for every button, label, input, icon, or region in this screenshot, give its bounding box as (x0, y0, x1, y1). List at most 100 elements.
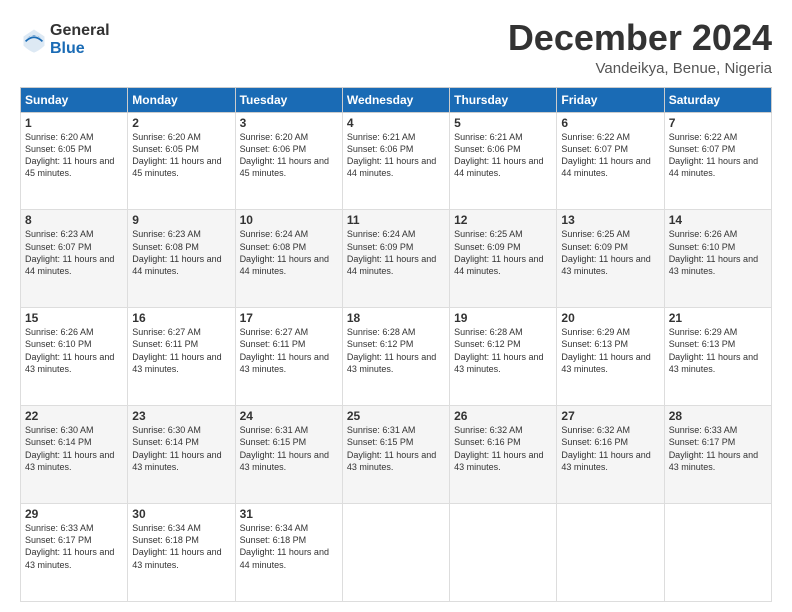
table-row: 4 Sunrise: 6:21 AMSunset: 6:06 PMDayligh… (342, 112, 449, 210)
cell-info: Sunrise: 6:21 AMSunset: 6:06 PMDaylight:… (347, 132, 436, 178)
title-block: December 2024 Vandeikya, Benue, Nigeria (508, 18, 772, 77)
day-number: 12 (454, 213, 552, 227)
cell-info: Sunrise: 6:33 AMSunset: 6:17 PMDaylight:… (25, 523, 114, 569)
table-row: 13 Sunrise: 6:25 AMSunset: 6:09 PMDaylig… (557, 210, 664, 308)
table-row: 19 Sunrise: 6:28 AMSunset: 6:12 PMDaylig… (450, 308, 557, 406)
table-row: 20 Sunrise: 6:29 AMSunset: 6:13 PMDaylig… (557, 308, 664, 406)
table-row: 24 Sunrise: 6:31 AMSunset: 6:15 PMDaylig… (235, 406, 342, 504)
table-row: 28 Sunrise: 6:33 AMSunset: 6:17 PMDaylig… (664, 406, 771, 504)
day-number: 6 (561, 116, 659, 130)
table-row: 5 Sunrise: 6:21 AMSunset: 6:06 PMDayligh… (450, 112, 557, 210)
day-number: 1 (25, 116, 123, 130)
header: General Blue December 2024 Vandeikya, Be… (20, 18, 772, 77)
cell-info: Sunrise: 6:20 AMSunset: 6:05 PMDaylight:… (132, 132, 221, 178)
cell-info: Sunrise: 6:27 AMSunset: 6:11 PMDaylight:… (240, 327, 329, 373)
cell-info: Sunrise: 6:26 AMSunset: 6:10 PMDaylight:… (25, 327, 114, 373)
table-row: 11 Sunrise: 6:24 AMSunset: 6:09 PMDaylig… (342, 210, 449, 308)
cell-info: Sunrise: 6:33 AMSunset: 6:17 PMDaylight:… (669, 425, 758, 471)
day-number: 10 (240, 213, 338, 227)
col-sunday: Sunday (21, 87, 128, 112)
day-number: 21 (669, 311, 767, 325)
table-row: 30 Sunrise: 6:34 AMSunset: 6:18 PMDaylig… (128, 504, 235, 602)
location: Vandeikya, Benue, Nigeria (508, 60, 772, 77)
cell-info: Sunrise: 6:21 AMSunset: 6:06 PMDaylight:… (454, 132, 543, 178)
day-number: 17 (240, 311, 338, 325)
cell-info: Sunrise: 6:25 AMSunset: 6:09 PMDaylight:… (561, 229, 650, 275)
table-row: 18 Sunrise: 6:28 AMSunset: 6:12 PMDaylig… (342, 308, 449, 406)
logo-general-text: General (50, 22, 110, 40)
cell-info: Sunrise: 6:26 AMSunset: 6:10 PMDaylight:… (669, 229, 758, 275)
cell-info: Sunrise: 6:22 AMSunset: 6:07 PMDaylight:… (561, 132, 650, 178)
table-row: 14 Sunrise: 6:26 AMSunset: 6:10 PMDaylig… (664, 210, 771, 308)
logo-icon (20, 26, 48, 54)
cell-info: Sunrise: 6:24 AMSunset: 6:09 PMDaylight:… (347, 229, 436, 275)
cell-info: Sunrise: 6:24 AMSunset: 6:08 PMDaylight:… (240, 229, 329, 275)
day-number: 26 (454, 409, 552, 423)
table-row: 29 Sunrise: 6:33 AMSunset: 6:17 PMDaylig… (21, 504, 128, 602)
calendar-table: Sunday Monday Tuesday Wednesday Thursday… (20, 87, 772, 602)
cell-info: Sunrise: 6:30 AMSunset: 6:14 PMDaylight:… (132, 425, 221, 471)
table-row: 2 Sunrise: 6:20 AMSunset: 6:05 PMDayligh… (128, 112, 235, 210)
table-row: 1 Sunrise: 6:20 AMSunset: 6:05 PMDayligh… (21, 112, 128, 210)
month-title: December 2024 (508, 18, 772, 58)
table-row: 7 Sunrise: 6:22 AMSunset: 6:07 PMDayligh… (664, 112, 771, 210)
day-number: 13 (561, 213, 659, 227)
day-number: 7 (669, 116, 767, 130)
table-row: 10 Sunrise: 6:24 AMSunset: 6:08 PMDaylig… (235, 210, 342, 308)
table-row: 15 Sunrise: 6:26 AMSunset: 6:10 PMDaylig… (21, 308, 128, 406)
day-number: 25 (347, 409, 445, 423)
cell-info: Sunrise: 6:32 AMSunset: 6:16 PMDaylight:… (561, 425, 650, 471)
day-number: 9 (132, 213, 230, 227)
day-number: 19 (454, 311, 552, 325)
col-friday: Friday (557, 87, 664, 112)
cell-info: Sunrise: 6:29 AMSunset: 6:13 PMDaylight:… (561, 327, 650, 373)
table-row: 22 Sunrise: 6:30 AMSunset: 6:14 PMDaylig… (21, 406, 128, 504)
table-row: 21 Sunrise: 6:29 AMSunset: 6:13 PMDaylig… (664, 308, 771, 406)
calendar-week-row: 29 Sunrise: 6:33 AMSunset: 6:17 PMDaylig… (21, 504, 772, 602)
table-row (342, 504, 449, 602)
day-number: 3 (240, 116, 338, 130)
day-number: 11 (347, 213, 445, 227)
day-number: 29 (25, 507, 123, 521)
cell-info: Sunrise: 6:23 AMSunset: 6:08 PMDaylight:… (132, 229, 221, 275)
day-number: 5 (454, 116, 552, 130)
cell-info: Sunrise: 6:27 AMSunset: 6:11 PMDaylight:… (132, 327, 221, 373)
logo-text: General Blue (50, 22, 110, 57)
col-wednesday: Wednesday (342, 87, 449, 112)
cell-info: Sunrise: 6:31 AMSunset: 6:15 PMDaylight:… (347, 425, 436, 471)
cell-info: Sunrise: 6:23 AMSunset: 6:07 PMDaylight:… (25, 229, 114, 275)
cell-info: Sunrise: 6:31 AMSunset: 6:15 PMDaylight:… (240, 425, 329, 471)
day-number: 31 (240, 507, 338, 521)
table-row (450, 504, 557, 602)
cell-info: Sunrise: 6:30 AMSunset: 6:14 PMDaylight:… (25, 425, 114, 471)
day-number: 27 (561, 409, 659, 423)
day-number: 20 (561, 311, 659, 325)
calendar-header-row: Sunday Monday Tuesday Wednesday Thursday… (21, 87, 772, 112)
calendar-week-row: 1 Sunrise: 6:20 AMSunset: 6:05 PMDayligh… (21, 112, 772, 210)
cell-info: Sunrise: 6:20 AMSunset: 6:06 PMDaylight:… (240, 132, 329, 178)
cell-info: Sunrise: 6:29 AMSunset: 6:13 PMDaylight:… (669, 327, 758, 373)
table-row: 23 Sunrise: 6:30 AMSunset: 6:14 PMDaylig… (128, 406, 235, 504)
day-number: 30 (132, 507, 230, 521)
table-row: 12 Sunrise: 6:25 AMSunset: 6:09 PMDaylig… (450, 210, 557, 308)
cell-info: Sunrise: 6:28 AMSunset: 6:12 PMDaylight:… (347, 327, 436, 373)
day-number: 22 (25, 409, 123, 423)
table-row: 25 Sunrise: 6:31 AMSunset: 6:15 PMDaylig… (342, 406, 449, 504)
day-number: 2 (132, 116, 230, 130)
col-tuesday: Tuesday (235, 87, 342, 112)
day-number: 4 (347, 116, 445, 130)
day-number: 8 (25, 213, 123, 227)
table-row: 6 Sunrise: 6:22 AMSunset: 6:07 PMDayligh… (557, 112, 664, 210)
calendar-week-row: 22 Sunrise: 6:30 AMSunset: 6:14 PMDaylig… (21, 406, 772, 504)
cell-info: Sunrise: 6:34 AMSunset: 6:18 PMDaylight:… (240, 523, 329, 569)
day-number: 28 (669, 409, 767, 423)
table-row: 27 Sunrise: 6:32 AMSunset: 6:16 PMDaylig… (557, 406, 664, 504)
cell-info: Sunrise: 6:32 AMSunset: 6:16 PMDaylight:… (454, 425, 543, 471)
table-row: 31 Sunrise: 6:34 AMSunset: 6:18 PMDaylig… (235, 504, 342, 602)
logo: General Blue (20, 22, 110, 57)
cell-info: Sunrise: 6:20 AMSunset: 6:05 PMDaylight:… (25, 132, 114, 178)
table-row: 17 Sunrise: 6:27 AMSunset: 6:11 PMDaylig… (235, 308, 342, 406)
cell-info: Sunrise: 6:25 AMSunset: 6:09 PMDaylight:… (454, 229, 543, 275)
table-row: 16 Sunrise: 6:27 AMSunset: 6:11 PMDaylig… (128, 308, 235, 406)
col-monday: Monday (128, 87, 235, 112)
